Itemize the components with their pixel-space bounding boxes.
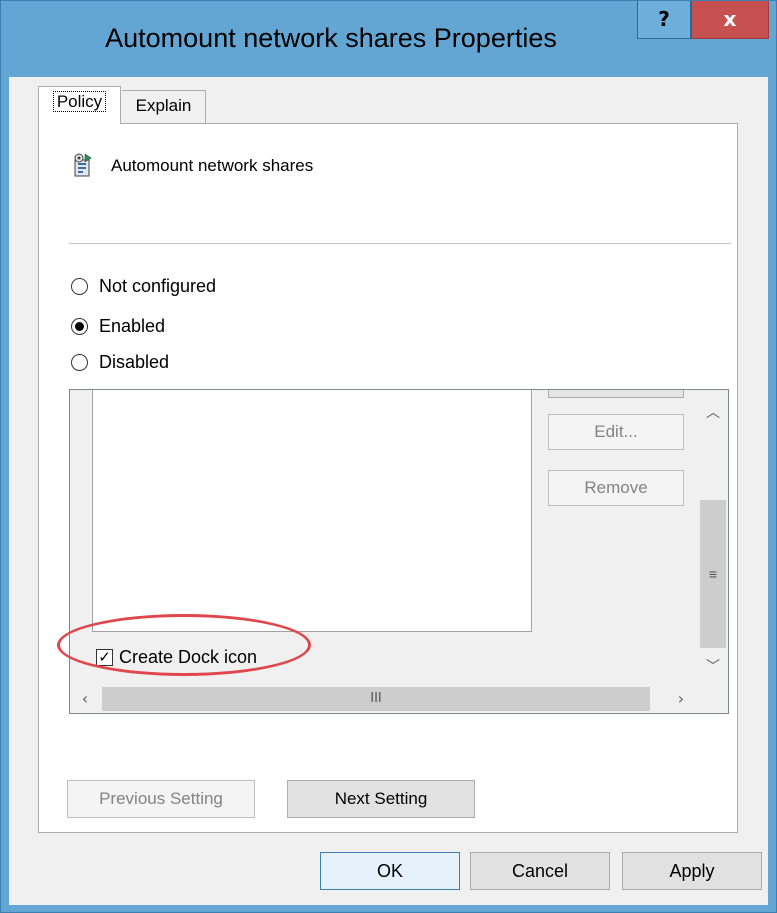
vertical-scroll-thumb[interactable]: ≡	[700, 500, 726, 648]
next-setting-button[interactable]: Next Setting	[287, 780, 475, 818]
title-bar[interactable]: Automount network shares Properties ? x	[1, 1, 776, 77]
scroll-left-icon[interactable]: ‹	[70, 685, 100, 713]
window-title: Automount network shares Properties	[105, 23, 557, 53]
create-dock-icon-checkbox[interactable]: ✓ Create Dock icon	[96, 647, 257, 668]
scroll-up-icon[interactable]: ︿	[698, 398, 728, 428]
scroll-right-icon[interactable]: ›	[666, 685, 696, 713]
help-button[interactable]: ?	[637, 1, 691, 39]
radio-label: Enabled	[99, 315, 166, 336]
tab-explain[interactable]: Explain	[122, 90, 206, 124]
checkbox-label: Create Dock icon	[119, 647, 258, 667]
radio-circle-icon	[71, 277, 88, 295]
cancel-button[interactable]: Cancel	[470, 852, 610, 890]
radio-label: Not configured	[99, 275, 217, 296]
vertical-scrollbar[interactable]: ︿ ≡ ﹀	[698, 390, 728, 685]
policy-name: Automount network shares	[111, 156, 314, 175]
radio-circle-icon	[71, 353, 88, 371]
tab-policy-label: Policy	[52, 91, 107, 112]
close-button[interactable]: x	[691, 1, 769, 39]
options-pane: Edit... Remove ✓ Create Dock icon ︿ ≡ ﹀ …	[69, 389, 729, 714]
radio-not-configured[interactable]: Not configured	[71, 274, 216, 298]
dialog-client-area: Policy Explain Automount network shares …	[9, 77, 768, 905]
radio-label: Disabled	[99, 351, 170, 372]
radio-enabled[interactable]: Enabled	[71, 314, 165, 338]
horizontal-scrollbar[interactable]: ‹ III ›	[70, 685, 698, 713]
scroll-down-icon[interactable]: ﹀	[698, 652, 728, 682]
horizontal-scroll-thumb[interactable]: III	[102, 687, 650, 711]
options-list-box[interactable]	[92, 390, 532, 632]
edit-button[interactable]: Edit...	[548, 414, 684, 450]
policy-tab-panel: Automount network shares Not configured …	[38, 123, 738, 833]
apply-button[interactable]: Apply	[622, 852, 762, 890]
radio-disabled[interactable]: Disabled	[71, 350, 169, 374]
previous-setting-button[interactable]: Previous Setting	[67, 780, 255, 818]
properties-window: Automount network shares Properties ? x …	[0, 0, 777, 913]
ok-button[interactable]: OK	[320, 852, 460, 890]
radio-circle-checked-icon	[71, 317, 88, 335]
separator-line	[69, 243, 731, 245]
checkmark-icon: ✓	[96, 649, 113, 666]
tab-policy[interactable]: Policy	[38, 86, 121, 124]
clipped-button	[548, 390, 684, 398]
remove-button[interactable]: Remove	[548, 470, 684, 506]
policy-setting-icon	[74, 153, 92, 177]
